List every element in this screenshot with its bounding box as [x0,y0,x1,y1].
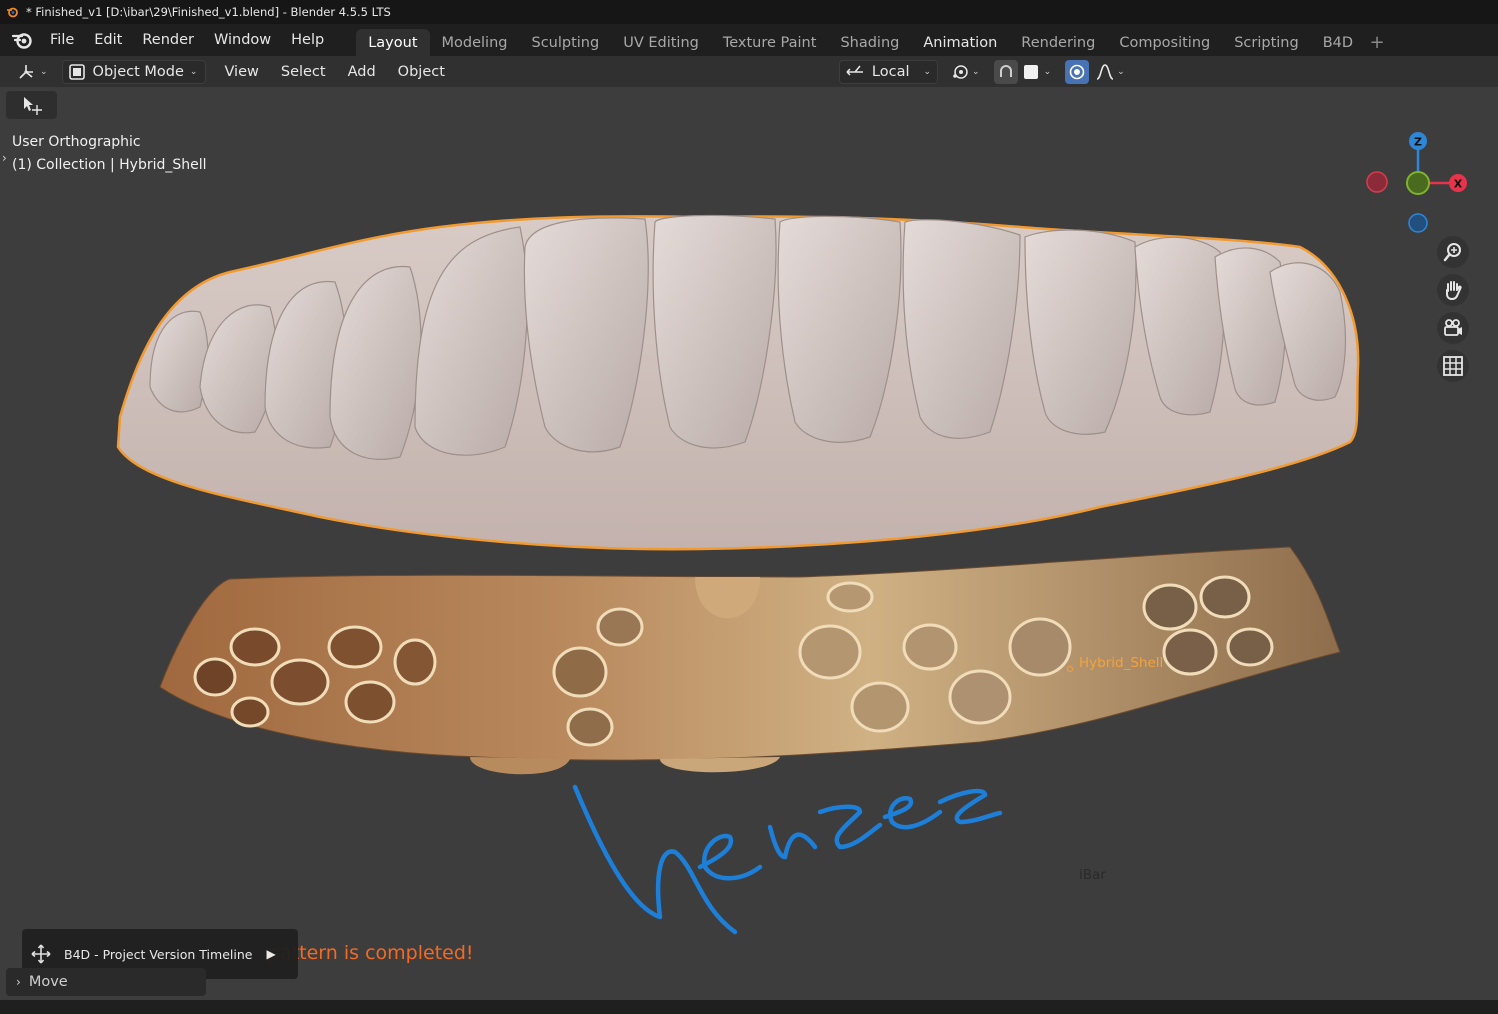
viewport-header: ⌄ Object Mode ⌄ View Select Add Object L… [0,56,1498,87]
view-name: User Orthographic [12,134,141,150]
tab-scripting[interactable]: Scripting [1222,29,1310,56]
top-menubar: File Edit Render Window Help Layout Mode… [0,24,1498,56]
snap-increment-icon [1023,64,1038,79]
proportional-editing-toggle[interactable] [1065,59,1090,84]
window-title: * Finished_v1 [D:\ibar\29\Finished_v1.bl… [26,5,391,19]
axis-y-icon[interactable] [1406,171,1430,195]
toolbar-expand-icon[interactable]: › [2,151,7,165]
object-mode-icon [68,63,85,80]
mode-dropdown[interactable]: Object Mode ⌄ [61,59,207,84]
mode-label: Object Mode [92,63,184,80]
b4d-popup-label: B4D - Project Version Timeline [64,946,253,962]
tab-sculpting[interactable]: Sculpting [519,29,611,56]
blender-menu-icon[interactable] [10,28,34,52]
workspace-tabs: Layout Modeling Sculpting UV Editing Tex… [356,24,1389,56]
last-operator-panel[interactable]: › Move [6,968,206,996]
tab-layout[interactable]: Layout [356,29,430,56]
menu-render[interactable]: Render [132,26,204,54]
handwritten-signature [572,784,1003,935]
object-name-label: Hybrid_Shell [1079,655,1164,671]
tab-modeling[interactable]: Modeling [430,29,520,56]
hand-icon [1446,281,1462,301]
add-workspace-button[interactable]: + [1365,29,1389,56]
snap-toggle[interactable] [993,59,1018,84]
scene-render [116,214,1360,935]
falloff-curve-icon [1096,63,1114,80]
tab-shading[interactable]: Shading [828,29,911,56]
move-arrows-icon [31,944,51,964]
chevron-down-icon: ⌄ [40,66,48,77]
viewport-editor-icon [19,64,33,79]
3d-viewport[interactable]: › User Orthographic (1) Collection | Hyb… [0,87,1498,1000]
editor-type-dropdown[interactable]: ⌄ [12,60,52,84]
chevron-down-icon: ⌄ [923,66,932,77]
navigation-gizmo[interactable]: Z X [1362,127,1472,237]
axis-neg-x-icon[interactable] [1366,171,1388,193]
camera-view-button[interactable] [1437,312,1469,344]
menu-object[interactable]: Object [392,60,451,84]
tab-texture-paint[interactable]: Texture Paint [711,29,829,56]
grid-icon [1443,356,1463,376]
transform-orientation-dropdown[interactable]: Local ⌄ [838,59,939,84]
orientation-label: Local [871,63,910,80]
chevron-down-icon: ⌄ [189,66,198,77]
menu-help[interactable]: Help [281,26,334,54]
pan-button[interactable] [1437,274,1469,306]
object-origin-icon [1067,666,1073,672]
collection-path: (1) Collection | Hybrid_Shell [12,157,207,173]
falloff-dropdown[interactable]: ⌄ [1091,60,1129,84]
tab-animation[interactable]: Animation [911,29,1009,56]
pivot-icon [953,64,968,79]
menu-view[interactable]: View [218,60,264,84]
menu-edit[interactable]: Edit [84,26,132,54]
operator-label: Move [28,974,68,990]
tab-rendering[interactable]: Rendering [1009,29,1107,56]
tool-select-button[interactable] [6,91,57,119]
menu-window[interactable]: Window [204,26,281,54]
zoom-button[interactable] [1437,236,1469,268]
snap-target-dropdown[interactable]: ⌄ [1020,60,1056,84]
status-message: pattern is completed! [268,942,474,964]
menu-select[interactable]: Select [275,60,332,84]
axis-x-label: X [1454,178,1463,191]
pivot-point-dropdown[interactable]: ⌄ [946,60,984,84]
ibar-name-label: iBar [1079,867,1106,883]
status-bar [0,1000,1498,1014]
tab-uv-editing[interactable]: UV Editing [611,29,711,56]
tab-b4d[interactable]: B4D [1311,29,1365,56]
zoom-icon [1443,243,1461,262]
viewport-info-overlay: User Orthographic (1) Collection | Hybri… [12,131,207,177]
menu-add[interactable]: Add [342,60,382,84]
menu-file[interactable]: File [40,26,84,54]
chevron-down-icon: ⌄ [1043,66,1052,77]
chevron-right-icon: › [16,975,21,989]
orientation-local-icon [846,65,863,76]
hybrid-shell-mesh[interactable] [116,214,1360,551]
axis-z-label: Z [1414,136,1422,149]
tab-compositing[interactable]: Compositing [1107,29,1222,56]
magnet-icon [999,64,1012,77]
move-cursor-icon [23,97,42,115]
orthographic-toggle-button[interactable] [1437,350,1469,382]
proportional-edit-icon [1069,64,1085,79]
chevron-down-icon: ⌄ [1117,66,1125,77]
window-titlebar: * Finished_v1 [D:\ibar\29\Finished_v1.bl… [0,0,1498,24]
play-icon[interactable]: ▶ [266,947,275,961]
camera-icon [1444,319,1462,336]
chevron-down-icon: ⌄ [972,66,980,77]
blender-logo-icon [7,7,18,18]
axis-neg-z-icon[interactable] [1408,213,1428,233]
